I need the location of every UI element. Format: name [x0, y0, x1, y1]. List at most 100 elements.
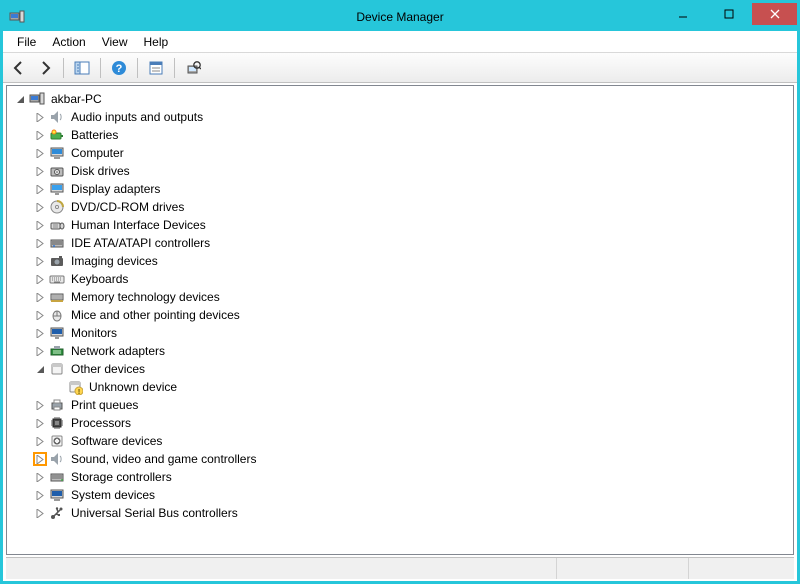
tree-node-label: Universal Serial Bus controllers: [69, 506, 240, 520]
titlebar: Device Manager: [3, 3, 797, 31]
expander-icon[interactable]: [33, 200, 47, 214]
tree-node-processors[interactable]: Processors: [9, 414, 791, 432]
tree-node-software[interactable]: Software devices: [9, 432, 791, 450]
statusbar: [6, 557, 794, 579]
expander-icon[interactable]: [33, 326, 47, 340]
tree-node-network[interactable]: Network adapters: [9, 342, 791, 360]
window-title: Device Manager: [356, 10, 443, 24]
expander-icon[interactable]: [33, 434, 47, 448]
computer-icon: [49, 145, 65, 161]
toolbar-separator: [174, 58, 175, 78]
tree-node-other[interactable]: Other devices: [9, 360, 791, 378]
tree-node-keyboards[interactable]: Keyboards: [9, 270, 791, 288]
menu-file[interactable]: File: [9, 33, 44, 51]
expander-icon[interactable]: [33, 182, 47, 196]
tree-node-imaging[interactable]: Imaging devices: [9, 252, 791, 270]
tree-node-label: Unknown device: [87, 380, 179, 394]
tree-node-computer[interactable]: Computer: [9, 144, 791, 162]
properties-button[interactable]: [144, 56, 168, 80]
minimize-button[interactable]: [660, 3, 705, 25]
expander-icon[interactable]: [33, 416, 47, 430]
camera-icon: [49, 253, 65, 269]
expander-icon[interactable]: [33, 128, 47, 142]
tree-node-label: Disk drives: [69, 164, 132, 178]
status-cell: [6, 558, 557, 579]
expander-icon[interactable]: [33, 344, 47, 358]
tree-node-label: Print queues: [69, 398, 140, 412]
tree-node-label: Storage controllers: [69, 470, 174, 484]
tree-root[interactable]: akbar-PC: [9, 90, 791, 108]
forward-button[interactable]: [33, 56, 57, 80]
tree-node-label: Keyboards: [69, 272, 130, 286]
storage-controller-icon: [49, 469, 65, 485]
tree-node-label: Mice and other pointing devices: [69, 308, 242, 322]
status-cell: [557, 558, 689, 579]
expander-icon[interactable]: [33, 506, 47, 520]
back-button[interactable]: [7, 56, 31, 80]
close-button[interactable]: [752, 3, 797, 25]
system-device-icon: [49, 487, 65, 503]
tree-node-hid[interactable]: Human Interface Devices: [9, 216, 791, 234]
tree-node-unknown[interactable]: Unknown device: [9, 378, 791, 396]
toolbar-separator: [100, 58, 101, 78]
tree-node-label: IDE ATA/ATAPI controllers: [69, 236, 212, 250]
tree-node-mice[interactable]: Mice and other pointing devices: [9, 306, 791, 324]
menu-view[interactable]: View: [94, 33, 136, 51]
help-button[interactable]: [107, 56, 131, 80]
menubar: File Action View Help: [3, 31, 797, 53]
speaker-icon: [49, 109, 65, 125]
maximize-button[interactable]: [706, 3, 751, 25]
tree-node-monitors[interactable]: Monitors: [9, 324, 791, 342]
keyboard-icon: [49, 271, 65, 287]
tree-node-display[interactable]: Display adapters: [9, 180, 791, 198]
tree-node-system[interactable]: System devices: [9, 486, 791, 504]
tree-node-label: Computer: [69, 146, 126, 160]
speaker-icon: [49, 451, 65, 467]
tree-node-storage[interactable]: Storage controllers: [9, 468, 791, 486]
tree-node-memtech[interactable]: Memory technology devices: [9, 288, 791, 306]
scan-hardware-button[interactable]: [181, 56, 205, 80]
expander-icon[interactable]: [33, 110, 47, 124]
expander-icon[interactable]: [33, 308, 47, 322]
expander-icon[interactable]: [33, 146, 47, 160]
network-adapter-icon: [49, 343, 65, 359]
tree-node-sound[interactable]: Sound, video and game controllers: [9, 450, 791, 468]
status-cell: [689, 558, 794, 579]
tree-node-ide[interactable]: IDE ATA/ATAPI controllers: [9, 234, 791, 252]
tree-node-label: Memory technology devices: [69, 290, 222, 304]
expander-icon[interactable]: [33, 290, 47, 304]
expander-icon[interactable]: [33, 488, 47, 502]
expander-icon[interactable]: [33, 164, 47, 178]
display-adapter-icon: [49, 181, 65, 197]
expander-icon[interactable]: [13, 92, 27, 106]
tree-node-label: Processors: [69, 416, 133, 430]
expander-icon[interactable]: [33, 272, 47, 286]
menu-help[interactable]: Help: [136, 33, 177, 51]
memory-icon: [49, 289, 65, 305]
expander-icon[interactable]: [33, 362, 47, 376]
show-hide-tree-button[interactable]: [70, 56, 94, 80]
tree-node-label: System devices: [69, 488, 157, 502]
tree-node-label: akbar-PC: [49, 92, 104, 106]
expander-icon[interactable]: [33, 218, 47, 232]
expander-icon[interactable]: [33, 470, 47, 484]
monitor-icon: [49, 325, 65, 341]
expander-icon[interactable]: [33, 236, 47, 250]
unknown-device-icon: [67, 379, 83, 395]
expander-icon[interactable]: [33, 254, 47, 268]
menu-action[interactable]: Action: [44, 33, 93, 51]
tree-node-disk[interactable]: Disk drives: [9, 162, 791, 180]
device-tree[interactable]: akbar-PC Audio inputs and outputs Batter…: [6, 85, 794, 555]
tree-node-label: Software devices: [69, 434, 164, 448]
tree-node-printq[interactable]: Print queues: [9, 396, 791, 414]
tree-node-dvd[interactable]: DVD/CD-ROM drives: [9, 198, 791, 216]
toolbar-separator: [63, 58, 64, 78]
tree-node-batteries[interactable]: Batteries: [9, 126, 791, 144]
tree-node-usb[interactable]: Universal Serial Bus controllers: [9, 504, 791, 522]
expander-icon[interactable]: [33, 398, 47, 412]
tree-node-label: Network adapters: [69, 344, 167, 358]
other-devices-icon: [49, 361, 65, 377]
expander-icon[interactable]: [33, 452, 47, 466]
tree-node-audio[interactable]: Audio inputs and outputs: [9, 108, 791, 126]
mouse-icon: [49, 307, 65, 323]
